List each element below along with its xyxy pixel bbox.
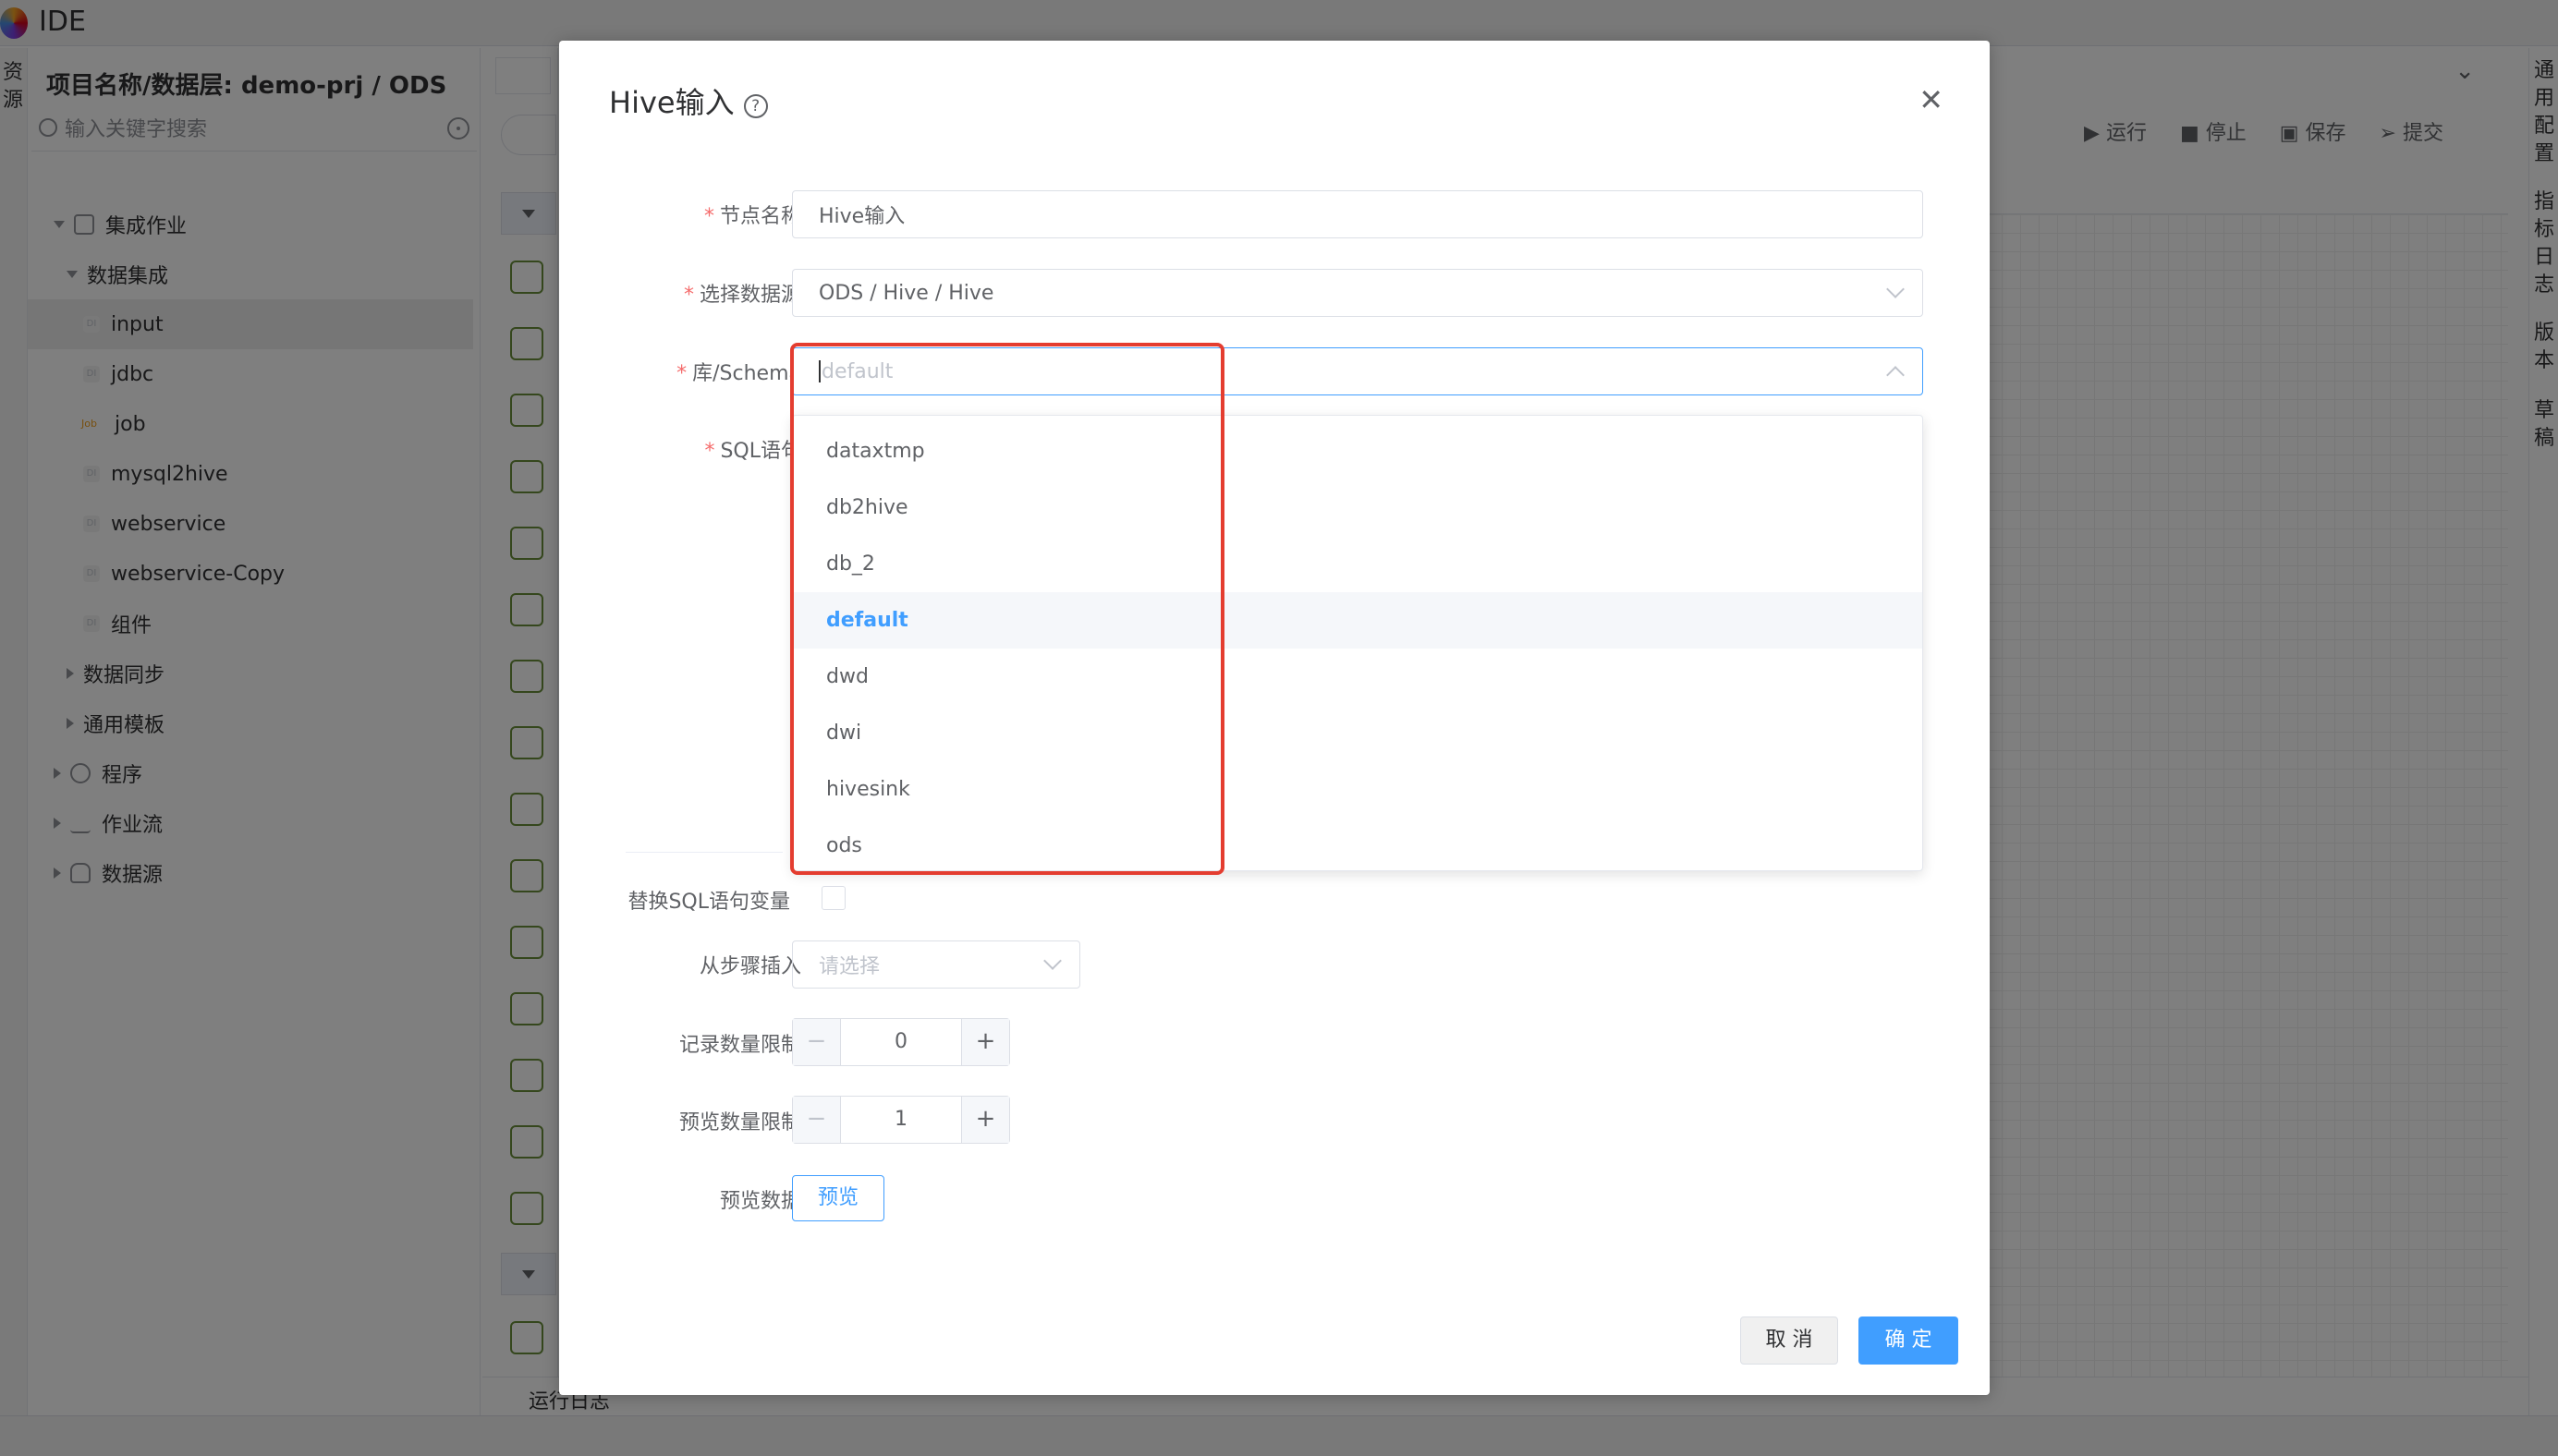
help-icon[interactable]: ? xyxy=(743,94,768,118)
insert-from-step-select[interactable]: 请选择 xyxy=(792,940,1080,989)
datasource-label: * 选择数据源 xyxy=(683,284,801,307)
schema-option-ods[interactable]: ods xyxy=(793,818,1922,874)
preview-limit-stepper[interactable]: − 1 + xyxy=(792,1096,1010,1144)
sql-label: * SQL语句 xyxy=(704,440,801,463)
chevron-down-icon xyxy=(1886,280,1905,298)
schema-option-dwi[interactable]: dwi xyxy=(793,705,1922,761)
schema-dropdown: dataxtmp db2hive db_2 default dwd dwi hi… xyxy=(792,415,1923,871)
schema-option-hivesink[interactable]: hivesink xyxy=(793,761,1922,818)
schema-option-dataxtmp[interactable]: dataxtmp xyxy=(793,423,1922,479)
record-limit-label: 记录数量限制 xyxy=(678,1034,801,1057)
schema-option-dwd[interactable]: dwd xyxy=(793,649,1922,705)
preview-button[interactable]: 预览 xyxy=(792,1175,884,1221)
schema-select[interactable]: default xyxy=(792,347,1923,395)
insert-from-step-placeholder: 请选择 xyxy=(819,955,881,978)
datasource-select[interactable]: ODS / Hive / Hive xyxy=(792,269,1923,317)
close-icon[interactable]: ✕ xyxy=(1918,85,1943,115)
confirm-button[interactable]: 确 定 xyxy=(1858,1316,1958,1365)
node-name-value: Hive输入 xyxy=(819,205,906,228)
schema-option-db_2[interactable]: db_2 xyxy=(793,536,1922,592)
divider xyxy=(626,852,783,853)
preview-limit-label: 预览数量限制 xyxy=(678,1111,801,1134)
schema-option-default[interactable]: default xyxy=(793,592,1922,649)
dialog-title-text: Hive输入 xyxy=(609,85,735,120)
dialog-title: Hive输入? xyxy=(609,79,768,122)
text-cursor xyxy=(819,360,821,382)
node-name-label: * 节点名称 xyxy=(703,205,801,228)
schema-option-db2hive[interactable]: db2hive xyxy=(793,479,1922,536)
insert-from-step-label: 从步骤插入 xyxy=(699,955,801,978)
datasource-value: ODS / Hive / Hive xyxy=(819,281,994,305)
replace-vars-label: 替换SQL语句变量 xyxy=(627,891,790,914)
record-limit-value[interactable]: 0 xyxy=(841,1019,961,1065)
hive-input-dialog: Hive输入? ✕ * 节点名称 Hive输入 * 选择数据源 ODS / Hive… xyxy=(559,41,1990,1395)
decrement-button[interactable]: − xyxy=(793,1097,841,1143)
replace-vars-checkbox[interactable] xyxy=(822,886,846,910)
schema-placeholder: default xyxy=(822,359,894,383)
increment-button[interactable]: + xyxy=(961,1019,1009,1065)
node-name-input[interactable]: Hive输入 xyxy=(792,190,1923,238)
decrement-button[interactable]: − xyxy=(793,1019,841,1065)
schema-label: * 库/Schema xyxy=(676,362,801,385)
preview-data-label: 预览数据 xyxy=(719,1190,801,1213)
cancel-button[interactable]: 取 消 xyxy=(1740,1316,1838,1365)
record-limit-stepper[interactable]: − 0 + xyxy=(792,1018,1010,1066)
chevron-up-icon xyxy=(1886,366,1905,384)
preview-limit-value[interactable]: 1 xyxy=(841,1097,961,1143)
increment-button[interactable]: + xyxy=(961,1097,1009,1143)
chevron-down-icon xyxy=(1043,952,1062,970)
